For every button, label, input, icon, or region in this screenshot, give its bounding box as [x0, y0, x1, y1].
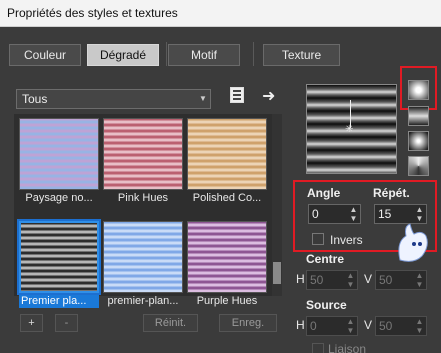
repeat-stepper-icon[interactable]: ▲ ▼ [414, 205, 425, 223]
category-value: Tous [22, 92, 48, 106]
gradient-swatch[interactable] [187, 118, 267, 190]
tab-divider [253, 42, 254, 66]
link-checkbox[interactable] [312, 343, 324, 353]
radial-style-button[interactable] [408, 156, 429, 176]
center-h-label: H [296, 272, 305, 286]
gradient-swatch-label[interactable]: Premier pla... [19, 295, 99, 308]
center-label: Centre [306, 252, 345, 266]
save-button[interactable]: Enreg. [219, 314, 277, 332]
tab-motif[interactable]: Motif [168, 44, 240, 66]
gradient-swatch-label[interactable]: premier-plan... [103, 295, 183, 308]
angle-label: Angle [307, 186, 341, 200]
sunburst-style-button[interactable] [408, 131, 429, 151]
source-h-stepper-icon[interactable]: ▲ ▼ [345, 317, 356, 335]
invert-checkbox[interactable] [312, 233, 324, 245]
gradient-swatch-label[interactable]: Pink Hues [103, 192, 183, 205]
tab-degrade[interactable]: Dégradé [87, 44, 159, 66]
gradient-swatch-label[interactable]: Purple Hues [187, 295, 267, 308]
gradient-swatch[interactable] [19, 118, 99, 190]
source-v-label: V [364, 318, 373, 332]
source-h-label: H [296, 318, 305, 332]
reset-button[interactable]: Réinit. [143, 314, 198, 332]
center-h-stepper-icon[interactable]: ▲ ▼ [345, 271, 356, 289]
add-button[interactable]: + [20, 314, 43, 332]
tab-texture[interactable]: Texture [263, 44, 340, 66]
rectangular-style-button[interactable] [408, 106, 429, 126]
source-v-stepper-icon[interactable]: ▲ ▼ [414, 317, 425, 335]
tab-divider [166, 42, 167, 66]
linear-style-button[interactable] [408, 80, 429, 100]
remove-button[interactable]: - [55, 314, 78, 332]
library-icon[interactable] [230, 87, 244, 103]
center-v-stepper-icon[interactable]: ▲ ▼ [414, 271, 425, 289]
gradient-swatch[interactable] [103, 221, 183, 293]
chevron-down-icon: ▼ [199, 94, 207, 103]
center-v-label: V [364, 272, 373, 286]
gradient-swatch[interactable] [17, 219, 101, 295]
tab-couleur[interactable]: Couleur [9, 44, 81, 66]
scrollbar-thumb[interactable] [273, 262, 281, 284]
invert-label: Invers [330, 233, 363, 247]
mascot-icon [392, 222, 432, 264]
link-label: Liaison [328, 342, 367, 353]
gradient-swatch-label[interactable]: Paysage no... [19, 192, 99, 205]
arrow-right-icon[interactable]: ➜ [262, 86, 275, 106]
gradient-swatch[interactable] [187, 221, 267, 293]
center-handle-icon[interactable]: ✳ [345, 124, 353, 135]
source-label: Source [306, 298, 347, 312]
window-title: Propriétés des styles et textures [7, 6, 178, 20]
category-dropdown[interactable]: Tous [16, 89, 211, 109]
angle-stepper-icon[interactable]: ▲ ▼ [348, 205, 359, 223]
gradient-swatch-label[interactable]: Polished Co... [187, 192, 267, 205]
repeat-label: Répét. [373, 186, 410, 200]
gradient-swatch[interactable] [103, 118, 183, 190]
